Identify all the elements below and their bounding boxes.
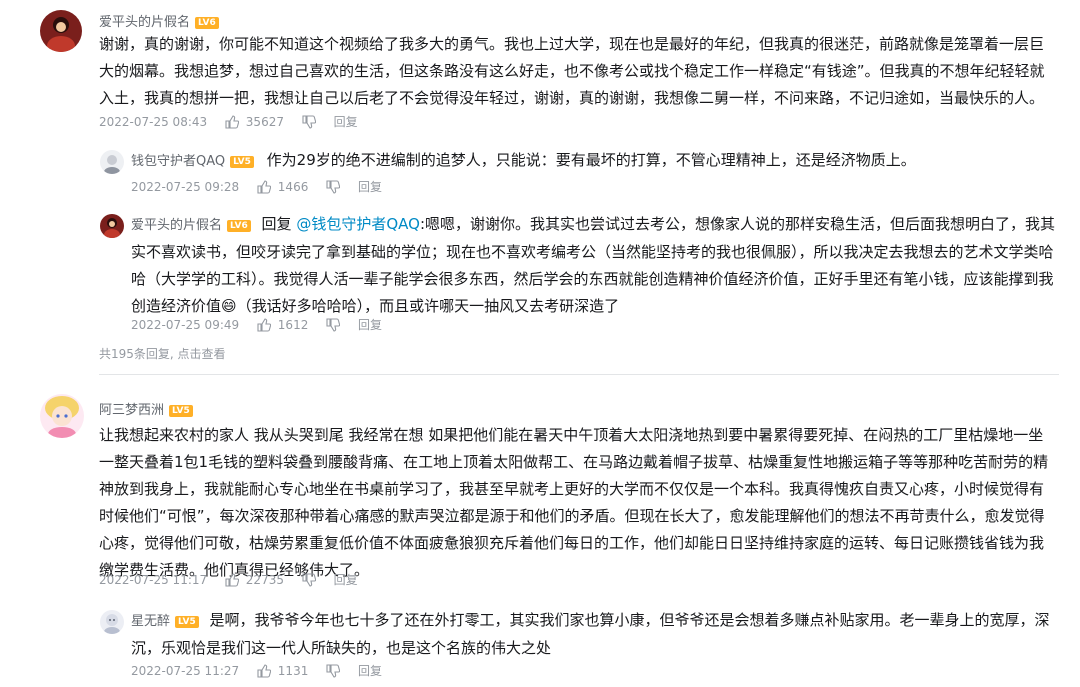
reply-line: 钱包守护者QAQ LV5 作为29岁的绝不进编制的追梦人，只能说：要有最坏的打算，… — [131, 147, 1061, 175]
avatar[interactable] — [100, 610, 124, 634]
thumbs-up-icon — [257, 180, 271, 194]
username[interactable]: 爱平头的片假名 LV6 — [131, 218, 251, 233]
like-count: 1612 — [277, 317, 309, 332]
level-badge: LV5 — [175, 616, 199, 628]
username-text[interactable]: 星无醉 — [131, 614, 170, 629]
username[interactable]: 星无醉 LV5 — [131, 614, 199, 629]
reply-prefix: 回复 — [261, 215, 292, 233]
dislike-button[interactable] — [326, 661, 341, 681]
reply-text: 是啊，我爷爷今年也七十多了还在外打零工，其实我们家也算小康，但爷爷还是会想着多赚… — [131, 611, 1050, 657]
username-text[interactable]: 钱包守护者QAQ — [131, 154, 225, 169]
like-button[interactable]: 1466 — [257, 176, 308, 197]
reply-meta: 2022-07-25 09:49 1612 回复 — [131, 314, 382, 334]
like-button[interactable]: 35627 — [225, 111, 284, 132]
dislike-button[interactable] — [302, 112, 316, 132]
comment-time: 2022-07-25 11:27 — [131, 663, 240, 678]
thumbs-down-icon — [326, 318, 341, 332]
like-button[interactable]: 22735 — [225, 569, 284, 590]
avatar[interactable] — [100, 214, 124, 238]
thumbs-up-icon — [257, 664, 271, 678]
username[interactable]: 阿三梦西洲 LV5 — [99, 399, 193, 418]
thumbs-down-icon — [326, 664, 341, 678]
username[interactable]: 钱包守护者QAQ LV5 — [131, 154, 254, 169]
thumbs-down-icon — [326, 180, 341, 194]
like-count: 1131 — [277, 663, 309, 678]
thumbs-down-icon — [302, 573, 316, 587]
comment-time: 2022-07-25 11:17 — [99, 572, 208, 587]
username-text[interactable]: 阿三梦西洲 — [99, 403, 164, 418]
comment-time: 2022-07-25 09:28 — [131, 179, 240, 194]
comment-time: 2022-07-25 09:49 — [131, 317, 240, 332]
level-badge: LV5 — [230, 156, 254, 168]
comment-time: 2022-07-25 08:43 — [99, 114, 208, 129]
comment-text: 让我想起来农村的家人 我从头哭到尾 我经常在想 如果把他们能在暑天中午顶着大太阳… — [99, 426, 1049, 579]
comment-text: 谢谢，真的谢谢，你可能不知道这个视频给了我多大的勇气。我也上过大学，现在也是最好… — [99, 35, 1045, 107]
thumbs-up-icon — [257, 318, 271, 332]
level-badge: LV5 — [169, 405, 193, 417]
avatar[interactable] — [100, 150, 124, 174]
reply-meta: 2022-07-25 09:28 1466 回复 — [131, 176, 382, 196]
level-badge: LV6 — [195, 17, 219, 29]
reply-text: 作为29岁的绝不进编制的追梦人，只能说：要有最坏的打算，不管心理精神上，还是经济… — [266, 151, 916, 169]
reply-button[interactable]: 回复 — [334, 112, 358, 132]
reply-button[interactable]: 回复 — [358, 315, 382, 335]
level-badge: LV6 — [227, 220, 251, 232]
reply-button[interactable]: 回复 — [334, 570, 358, 590]
username[interactable]: 爱平头的片假名 LV6 — [99, 11, 219, 30]
reply-button[interactable]: 回复 — [358, 661, 382, 681]
thumbs-up-icon — [225, 115, 239, 129]
reply-text-block: 爱平头的片假名 LV6 回复 @钱包守护者QAQ:嗯嗯，谢谢你。我其实也尝试过去考… — [131, 211, 1056, 320]
dislike-button[interactable] — [302, 570, 316, 590]
reply-text-block: 星无醉 LV5 是啊，我爷爷今年也七十多了还在外打零工，其实我们家也算小康，但爷爷… — [131, 607, 1056, 662]
view-more-replies[interactable]: 共195条回复, 点击查看 — [99, 345, 226, 362]
reply-button[interactable]: 回复 — [358, 177, 382, 197]
like-count: 22735 — [245, 572, 284, 587]
avatar[interactable] — [40, 394, 84, 438]
username-text[interactable]: 爱平头的片假名 — [99, 15, 190, 30]
username-text[interactable]: 爱平头的片假名 — [131, 218, 222, 233]
comment-divider — [99, 374, 1059, 375]
mention-link[interactable]: @钱包守护者QAQ — [296, 215, 420, 233]
dislike-button[interactable] — [326, 177, 341, 197]
avatar[interactable] — [40, 10, 82, 52]
like-button[interactable]: 1131 — [257, 660, 308, 681]
like-count: 35627 — [245, 114, 284, 129]
thumbs-up-icon — [225, 573, 239, 587]
reply-meta: 2022-07-25 11:27 1131 回复 — [131, 660, 382, 680]
comment-meta: 2022-07-25 08:43 35627 回复 — [99, 111, 358, 131]
thumbs-down-icon — [302, 115, 316, 129]
dislike-button[interactable] — [326, 315, 341, 335]
like-button[interactable]: 1612 — [257, 314, 308, 335]
like-count: 1466 — [277, 179, 309, 194]
comment-meta: 2022-07-25 11:17 22735 回复 — [99, 569, 358, 589]
